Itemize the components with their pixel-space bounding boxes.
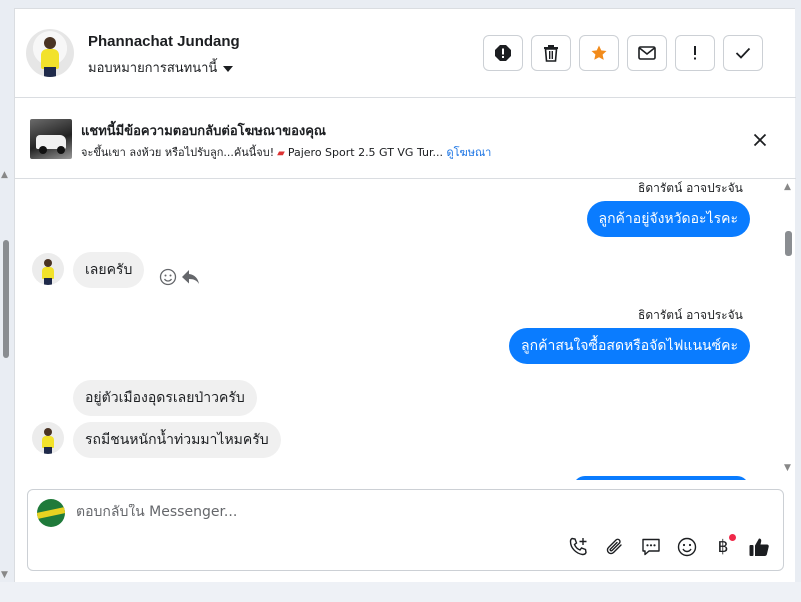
page-scroll-thumb[interactable] — [3, 240, 9, 358]
reply-icon — [182, 270, 199, 284]
close-icon — [753, 133, 767, 147]
message-thread[interactable]: ธิดารัตน์ อาจประจัน ลูกค้าอยู่จังหวัดอะไ… — [15, 180, 796, 480]
scroll-down-arrow-icon[interactable]: ▼ — [784, 463, 791, 473]
reply-button[interactable] — [181, 267, 201, 287]
trash-icon — [544, 45, 558, 62]
ad-thumbnail[interactable] — [30, 119, 72, 159]
conversation-header: Phannachat Jundang มอบหมายการสนทนานี้ — [15, 9, 796, 98]
checkmark-icon — [735, 47, 751, 59]
close-banner-button[interactable] — [749, 129, 771, 151]
emoji-icon — [677, 537, 697, 557]
ad-banner-subtitle: จะขึ้นเขา ลงห้วย หรือไปรับลูก...คันนี้จบ… — [81, 143, 491, 161]
conversation-panel: Phannachat Jundang มอบหมายการสนทนานี้ แช… — [14, 8, 796, 582]
delete-button[interactable] — [531, 35, 571, 71]
contact-name[interactable]: Phannachat Jundang — [88, 33, 240, 50]
contact-avatar[interactable] — [26, 29, 74, 77]
contact-avatar-small[interactable] — [32, 253, 64, 285]
sender-name: ธิดารัตน์ อาจประจัน — [638, 308, 743, 322]
mark-unread-button[interactable] — [627, 35, 667, 71]
caret-down-icon — [223, 65, 234, 72]
page-scrollbar[interactable]: ▲ ▼ — [0, 160, 12, 580]
page-scroll-down-icon[interactable]: ▼ — [1, 570, 8, 580]
message-bubble-incoming[interactable]: รถมีชนหนักน้ำท่วมมาไหมครับ — [73, 422, 281, 458]
view-ad-link[interactable]: ดูโฆษณา — [446, 146, 491, 159]
report-icon — [495, 45, 511, 61]
ad-reply-banner: แชทนี้มีข้อความตอบกลับต่อโฆษณาของคุณ จะข… — [15, 99, 796, 179]
thumbs-up-icon — [749, 538, 769, 556]
report-button[interactable] — [483, 35, 523, 71]
envelope-icon — [638, 46, 656, 60]
header-actions — [483, 35, 763, 71]
message-bubble-outgoing-partial[interactable] — [573, 476, 749, 480]
notification-dot — [729, 534, 736, 541]
emoji-button[interactable] — [676, 536, 698, 558]
exclamation-icon — [694, 46, 696, 60]
star-button[interactable] — [579, 35, 619, 71]
page-avatar — [37, 499, 65, 527]
mark-done-button[interactable] — [723, 35, 763, 71]
page-scroll-up-icon[interactable]: ▲ — [1, 170, 8, 180]
saved-replies-button[interactable] — [640, 536, 662, 558]
message-bubble-incoming[interactable]: อยู่ตัวเมืองอุดรเลยป่าวครับ — [73, 380, 257, 416]
ad-banner-title: แชทนี้มีข้อความตอบกลับต่อโฆษณาของคุณ — [81, 124, 326, 139]
sender-name: ธิดารัตน์ อาจประจัน — [638, 181, 743, 195]
attachment-icon — [606, 538, 622, 555]
assign-label: มอบหมายการสนทนานี้ — [88, 61, 218, 76]
message-bubble-incoming[interactable]: เลยครับ — [73, 252, 145, 288]
attach-button[interactable] — [604, 536, 626, 558]
reply-input[interactable] — [76, 504, 556, 520]
saved-reply-icon — [642, 538, 660, 556]
follow-up-button[interactable] — [675, 35, 715, 71]
page-footer-strip — [0, 582, 801, 602]
thread-scroll-thumb[interactable] — [785, 231, 792, 256]
scroll-up-arrow-icon[interactable]: ▲ — [784, 182, 791, 192]
thread-scrollbar[interactable]: ▲ ▼ — [782, 180, 794, 480]
star-icon — [591, 45, 607, 60]
reply-composer: ฿ — [27, 489, 784, 571]
message-bubble-outgoing[interactable]: ลูกค้าสนใจซื้อสดหรือจัดไฟแนนซ์คะ — [509, 328, 750, 364]
ad-product: Pajero Sport 2.5 GT VG Tur... — [287, 146, 443, 159]
composer-toolbar: ฿ — [568, 534, 770, 558]
smiley-icon — [159, 268, 177, 286]
baht-icon: ฿ — [717, 537, 729, 557]
car-icon: ▰ — [277, 148, 285, 159]
like-button[interactable] — [748, 536, 770, 558]
contact-avatar-small[interactable] — [32, 422, 64, 454]
ad-tagline: จะขึ้นเขา ลงห้วย หรือไปรับลูก...คันนี้จบ… — [81, 146, 275, 159]
phone-add-icon — [569, 537, 587, 556]
message-bubble-outgoing[interactable]: ลูกค้าอยู่จังหวัดอะไรคะ — [586, 201, 750, 237]
react-button[interactable] — [158, 267, 178, 287]
call-button[interactable] — [568, 536, 590, 558]
payment-button[interactable]: ฿ — [712, 534, 736, 558]
assign-conversation-dropdown[interactable]: มอบหมายการสนทนานี้ — [88, 57, 234, 78]
